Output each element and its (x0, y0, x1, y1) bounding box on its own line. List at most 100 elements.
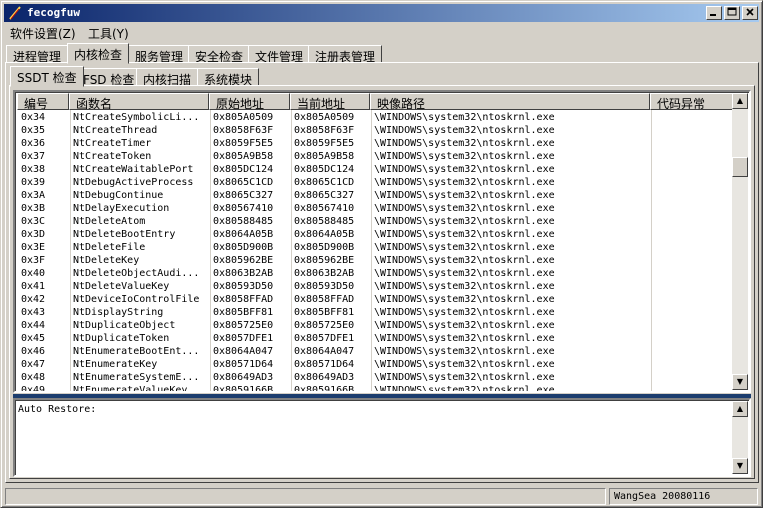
table-cell: 0x8059F5E5 (294, 138, 355, 149)
status-panel-main (5, 488, 606, 505)
tab-process-manager[interactable]: 进程管理 (6, 45, 69, 64)
table-cell: 0x42 (21, 294, 46, 305)
table-row[interactable]: 0x3C NtDeleteAtom 0x80588485 0x80588485 \WIN… (17, 215, 733, 228)
table-row[interactable]: 0x39 NtDebugActiveProcess 0x8065C1CD 0x8065… (17, 176, 733, 189)
maximize-icon (727, 7, 737, 16)
table-cell: 0x8059166B (213, 385, 274, 393)
close-icon (746, 8, 754, 16)
tab-kernel-check[interactable]: 内核检查 (67, 43, 130, 64)
table-cell: 0x805725E0 (294, 320, 355, 331)
table-row[interactable]: 0x3D NtDeleteBootEntry 0x8064A05B 0x8064A05… (17, 228, 733, 241)
table-row[interactable]: 0x3E NtDeleteFile 0x805D900B 0x805D900B \WIN… (17, 241, 733, 254)
table-row[interactable]: 0x47 NtEnumerateKey 0x80571D64 0x80571D64 \W… (17, 358, 733, 371)
scroll-down-button[interactable]: ▼ (732, 374, 748, 390)
table-row[interactable]: 0x3B NtDelayExecution 0x80567410 0x80567410… (17, 202, 733, 215)
col-header-index[interactable]: 编号 (17, 93, 69, 110)
tab-security-check[interactable]: 安全检查 (188, 45, 251, 64)
table-cell: 0x80567410 (294, 203, 355, 214)
table-cell: 0x80571D64 (213, 359, 274, 370)
table-cell: 0x3F (21, 255, 46, 266)
table-cell: 0x39 (21, 177, 46, 188)
maximize-button[interactable] (724, 6, 740, 20)
col-header-code-anomaly[interactable]: 代码异常 (650, 93, 735, 110)
table-row[interactable]: 0x3A NtDebugContinue 0x8065C327 0x8065C327 \… (17, 189, 733, 202)
table-cell: 0x8064A047 (213, 346, 274, 357)
table-cell: 0x8065C1CD (213, 177, 274, 188)
table-cell: 0x8058F63F (213, 125, 274, 136)
table-row[interactable]: 0x42 NtDeviceIoControlFile 0x8058FFAD 0x805… (17, 293, 733, 306)
col-header-current-address[interactable]: 当前地址 (290, 93, 370, 110)
table-row[interactable]: 0x35 NtCreateThread 0x8058F63F 0x8058F63F \W… (17, 124, 733, 137)
table-cell: 0x48 (21, 372, 46, 383)
table-cell: 0x80593D50 (213, 281, 274, 292)
table-cell: 0x805A9B58 (294, 151, 355, 162)
table-row[interactable]: 0x48 NtEnumerateSystemE... 0x80649AD3 0x806… (17, 371, 733, 384)
tab-service-manager[interactable]: 服务管理 (128, 45, 191, 64)
tab-system-modules[interactable]: 系统模块 (197, 68, 260, 87)
table-row[interactable]: 0x49 NtEnumerateValueKey 0x8059166B 0x80591… (17, 384, 733, 393)
table-cell: NtDuplicateToken (73, 333, 170, 344)
scroll-down-button[interactable]: ▼ (732, 458, 748, 474)
table-cell: NtDuplicateObject (73, 320, 176, 331)
table-cell: 0x805DC124 (294, 164, 355, 175)
scroll-up-button[interactable]: ▲ (732, 93, 748, 109)
table-row[interactable]: 0x46 NtEnumerateBootEnt... 0x8064A047 0x806… (17, 345, 733, 358)
table-cell: 0x47 (21, 359, 46, 370)
table-cell: NtDeleteObjectAudi... (73, 268, 200, 279)
scroll-up-button[interactable]: ▲ (732, 401, 748, 417)
tab-kernel-scan[interactable]: 内核扫描 (136, 68, 199, 87)
col-header-image-path[interactable]: 映像路径 (370, 93, 650, 110)
table-cell: \WINDOWS\system32\ntoskrnl.exe (374, 372, 555, 383)
table-cell: NtDebugContinue (73, 190, 164, 201)
table-cell: \WINDOWS\system32\ntoskrnl.exe (374, 307, 555, 318)
table-row[interactable]: 0x37 NtCreateToken 0x805A9B58 0x805A9B58 \WI… (17, 150, 733, 163)
table-cell: \WINDOWS\system32\ntoskrnl.exe (374, 281, 555, 292)
table-cell: 0x3A (21, 190, 46, 201)
table-row[interactable]: 0x36 NtCreateTimer 0x8059F5E5 0x8059F5E5 \WI… (17, 137, 733, 150)
table-cell: \WINDOWS\system32\ntoskrnl.exe (374, 203, 555, 214)
minimize-button[interactable] (706, 6, 722, 20)
table-cell: 0x805962BE (294, 255, 355, 266)
menu-software-settings[interactable]: 软件设置(Z) (10, 25, 76, 42)
table-cell: 0x49 (21, 385, 46, 393)
table-cell: 0x80649AD3 (213, 372, 274, 383)
tab-registry-manager[interactable]: 注册表管理 (308, 45, 383, 64)
table-row[interactable]: 0x44 NtDuplicateObject 0x805725E0 0x805725E… (17, 319, 733, 332)
table-row[interactable]: 0x40 NtDeleteObjectAudi... 0x8063B2AB 0x806… (17, 267, 733, 280)
output-scrollbar[interactable]: ▲ ▼ (732, 401, 748, 474)
table-cell: 0x3C (21, 216, 46, 227)
table-cell: 0x8064A05B (213, 229, 274, 240)
close-button[interactable] (742, 6, 758, 20)
table-cell: NtDeviceIoControlFile (73, 294, 200, 305)
output-log[interactable]: Auto Restore: ▲ ▼ (13, 398, 751, 477)
title-bar[interactable]: fecogfuw (4, 4, 759, 22)
table-row[interactable]: 0x43 NtDisplayString 0x805BFF81 0x805BFF81 \… (17, 306, 733, 319)
col-header-function[interactable]: 函数名 (69, 93, 209, 110)
table-row[interactable]: 0x41 NtDeleteValueKey 0x80593D50 0x80593D50… (17, 280, 733, 293)
ssdt-table[interactable]: 编号 函数名 原始地址 当前地址 映像路径 代码异常 0x34 NtCreateS… (13, 90, 751, 393)
table-cell: \WINDOWS\system32\ntoskrnl.exe (374, 333, 555, 344)
table-cell: NtCreateToken (73, 151, 152, 162)
scroll-thumb[interactable] (732, 157, 748, 177)
table-row[interactable]: 0x3F NtDeleteKey 0x805962BE 0x805962BE \WIND… (17, 254, 733, 267)
col-header-original-address[interactable]: 原始地址 (209, 93, 290, 110)
table-cell: \WINDOWS\system32\ntoskrnl.exe (374, 190, 555, 201)
table-row[interactable]: 0x38 NtCreateWaitablePort 0x805DC124 0x805D… (17, 163, 733, 176)
table-cell: 0x36 (21, 138, 46, 149)
tab-ssdt-check[interactable]: SSDT 检查 (10, 66, 84, 87)
table-row[interactable]: 0x34 NtCreateSymbolicLi... 0x805A0509 0x805… (17, 111, 733, 124)
tab-fsd-check[interactable]: FSD 检查 (76, 68, 142, 87)
menu-tools[interactable]: 工具(Y) (88, 25, 129, 42)
table-cell: 0x46 (21, 346, 46, 357)
table-cell: 0x805A0509 (294, 112, 355, 123)
table-scrollbar[interactable]: ▲ ▼ (732, 93, 748, 390)
tab-file-manager[interactable]: 文件管理 (248, 45, 311, 64)
table-cell: 0x805D900B (294, 242, 355, 253)
table-cell: 0x44 (21, 320, 46, 331)
table-cell: \WINDOWS\system32\ntoskrnl.exe (374, 151, 555, 162)
table-cell: 0x8059F5E5 (213, 138, 274, 149)
table-cell: 0x41 (21, 281, 46, 292)
table-cell: \WINDOWS\system32\ntoskrnl.exe (374, 294, 555, 305)
table-cell: 0x805D900B (213, 242, 274, 253)
table-row[interactable]: 0x45 NtDuplicateToken 0x8057DFE1 0x8057DFE1… (17, 332, 733, 345)
